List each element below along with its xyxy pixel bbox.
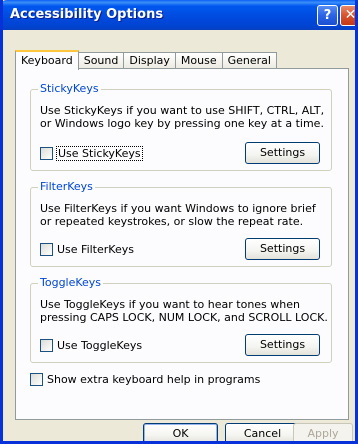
tab-display[interactable]: Display [123,52,176,69]
close-icon: ✕ [344,7,357,23]
extra-keyboard-help-label[interactable]: Show extra keyboard help in programs [47,373,260,386]
tab-sound[interactable]: Sound [77,52,125,69]
tab-general[interactable]: General [221,52,277,69]
use-filterkeys-label[interactable]: Use FilterKeys [57,243,134,256]
window-title: Accessibility Options [10,7,164,22]
filterkeys-settings-button[interactable]: Settings [245,238,320,260]
use-stickykeys-row[interactable]: Use StickyKeys [40,146,143,161]
togglekeys-settings-button[interactable]: Settings [245,334,320,356]
tab-keyboard[interactable]: Keyboard [15,50,79,70]
stickykeys-description: Use StickyKeys if you want to use SHIFT,… [40,104,325,130]
close-button[interactable]: ✕ [340,5,357,26]
use-togglekeys-row[interactable]: Use ToggleKeys [40,338,142,353]
extra-keyboard-help-row[interactable]: Show extra keyboard help in programs [30,372,260,387]
extra-keyboard-help-checkbox[interactable] [30,373,43,386]
stickykeys-legend: StickyKeys [38,82,101,95]
cancel-button[interactable]: Cancel [225,423,300,441]
togglekeys-legend: ToggleKeys [38,276,104,289]
filterkeys-group: FilterKeys Use FilterKeys if you want Wi… [30,180,332,267]
apply-button[interactable]: Apply [293,423,353,441]
filterkeys-legend: FilterKeys [38,180,95,193]
use-stickykeys-checkbox[interactable] [40,147,53,160]
help-icon: ? [323,8,332,23]
keyboard-tab-page: StickyKeys Use StickyKeys if you want to… [15,68,349,420]
help-button[interactable]: ? [317,5,338,26]
tab-mouse[interactable]: Mouse [174,52,223,69]
stickykeys-settings-button[interactable]: Settings [245,142,320,164]
ok-button[interactable]: OK [143,423,218,441]
use-filterkeys-checkbox[interactable] [40,243,53,256]
use-togglekeys-label[interactable]: Use ToggleKeys [57,339,142,352]
togglekeys-group: ToggleKeys Use ToggleKeys if you want to… [30,276,332,363]
use-filterkeys-row[interactable]: Use FilterKeys [40,242,134,257]
use-togglekeys-checkbox[interactable] [40,339,53,352]
tab-strip: Keyboard Sound Display Mouse General [15,50,277,70]
filterkeys-description: Use FilterKeys if you want Windows to ig… [40,202,316,228]
title-bar[interactable]: Accessibility Options ? ✕ [3,0,357,30]
togglekeys-description: Use ToggleKeys if you want to hear tones… [40,298,328,324]
use-stickykeys-label[interactable]: Use StickyKeys [56,146,143,161]
stickykeys-group: StickyKeys Use StickyKeys if you want to… [30,82,332,171]
accessibility-options-window: Accessibility Options ? ✕ Keyboard Sound… [0,0,358,444]
